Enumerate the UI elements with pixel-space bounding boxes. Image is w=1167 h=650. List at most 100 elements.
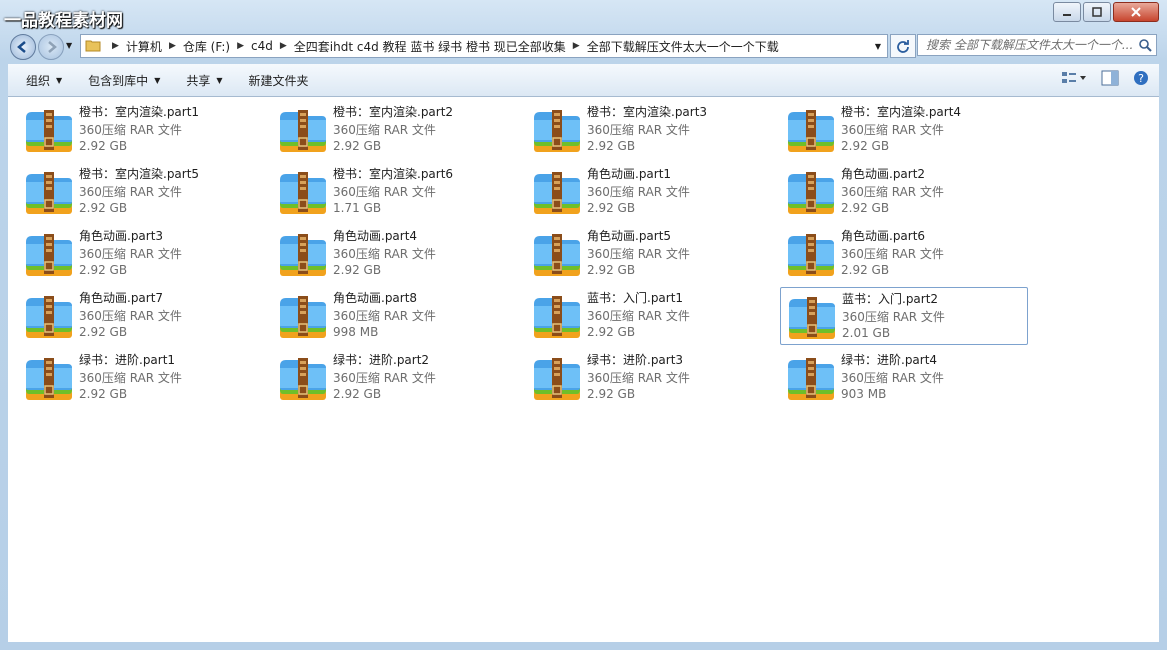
file-size: 2.92 GB [333, 387, 382, 401]
new-folder-label: 新建文件夹 [248, 73, 309, 88]
history-dropdown-icon[interactable]: ▼ [66, 41, 72, 50]
breadcrumb-drive[interactable]: 仓库 (F:) [183, 38, 230, 55]
rar-archive-icon [280, 234, 326, 276]
file-type: 360压缩 RAR 文件 [333, 309, 436, 323]
file-item[interactable]: 橙书：室内渲染.part2 360压缩 RAR 文件 2.92 GB [272, 101, 520, 159]
file-size: 2.92 GB [587, 263, 636, 277]
file-grid: 橙书：室内渲染.part1 360压缩 RAR 文件 2.92 GB 橙书：室内… [18, 101, 1034, 411]
file-type: 360压缩 RAR 文件 [587, 185, 690, 199]
forward-button[interactable] [38, 34, 64, 60]
file-type: 360压缩 RAR 文件 [841, 123, 944, 137]
minimize-button[interactable] [1053, 2, 1081, 22]
rar-archive-icon [534, 234, 580, 276]
file-item[interactable]: 角色动画.part1 360压缩 RAR 文件 2.92 GB [526, 163, 774, 221]
forward-arrow-icon [48, 41, 57, 53]
preview-pane-button[interactable] [1101, 70, 1119, 89]
maximize-icon [1092, 7, 1102, 17]
refresh-button[interactable] [890, 34, 916, 58]
file-type: 360压缩 RAR 文件 [79, 185, 182, 199]
toolbar-right-controls: ? [1047, 70, 1149, 89]
rar-archive-icon [280, 358, 326, 400]
file-size: 2.92 GB [587, 325, 636, 339]
rar-archive-icon [788, 234, 834, 276]
file-item[interactable]: 角色动画.part7 360压缩 RAR 文件 2.92 GB [18, 287, 266, 345]
file-name: 蓝书：入门.part2 [842, 292, 939, 306]
file-item[interactable]: 角色动画.part6 360压缩 RAR 文件 2.92 GB [780, 225, 1028, 283]
search-box[interactable] [917, 34, 1157, 56]
file-item[interactable]: 蓝书：入门.part1 360压缩 RAR 文件 2.92 GB [526, 287, 774, 345]
file-type: 360压缩 RAR 文件 [333, 371, 436, 385]
rar-archive-icon [280, 296, 326, 338]
file-size: 2.01 GB [842, 326, 891, 340]
file-item[interactable]: 橙书：室内渲染.part6 360压缩 RAR 文件 1.71 GB [272, 163, 520, 221]
organize-label: 组织 [26, 73, 51, 88]
breadcrumb-separator-icon[interactable]: ▶ [280, 41, 287, 51]
file-type: 360压缩 RAR 文件 [587, 123, 690, 137]
help-icon: ? [1134, 71, 1148, 85]
file-type: 360压缩 RAR 文件 [841, 185, 944, 199]
help-button[interactable]: ? [1133, 70, 1149, 89]
minimize-icon [1063, 14, 1071, 16]
file-name: 角色动画.part7 [79, 291, 164, 305]
file-item[interactable]: 角色动画.part8 360压缩 RAR 文件 998 MB [272, 287, 520, 345]
close-button[interactable] [1113, 2, 1159, 22]
file-item[interactable]: 橙书：室内渲染.part1 360压缩 RAR 文件 2.92 GB [18, 101, 266, 159]
organize-menu[interactable]: 组织 ▼ [26, 72, 62, 89]
file-item[interactable]: 角色动画.part3 360压缩 RAR 文件 2.92 GB [18, 225, 266, 283]
file-size: 903 MB [841, 387, 887, 401]
file-item[interactable]: 角色动画.part2 360压缩 RAR 文件 2.92 GB [780, 163, 1028, 221]
address-bar[interactable]: ▶ 计算机 ▶ 仓库 (F:) ▶ c4d ▶ 全四套ihdt c4d 教程 蓝… [80, 34, 888, 58]
include-in-library-menu[interactable]: 包含到库中 ▼ [88, 72, 160, 89]
file-type: 360压缩 RAR 文件 [79, 309, 182, 323]
file-type: 360压缩 RAR 文件 [841, 247, 944, 261]
file-item[interactable]: 角色动画.part5 360压缩 RAR 文件 2.92 GB [526, 225, 774, 283]
view-tiles-icon [1062, 72, 1086, 83]
file-name: 角色动画.part1 [587, 167, 672, 181]
breadcrumb-current-folder[interactable]: 全部下载解压文件太大一个一个下载 [587, 38, 779, 55]
file-name: 绿书：进阶.part1 [79, 353, 176, 367]
search-icon[interactable] [1138, 38, 1152, 52]
breadcrumb-separator-icon[interactable]: ▶ [573, 41, 580, 51]
rar-archive-icon [534, 110, 580, 152]
file-size: 2.92 GB [79, 139, 128, 153]
breadcrumb-computer[interactable]: 计算机 [126, 38, 162, 55]
address-dropdown-icon[interactable]: ▼ [875, 42, 881, 51]
back-button[interactable] [10, 34, 36, 60]
breadcrumb-course-folder[interactable]: 全四套ihdt c4d 教程 蓝书 绿书 橙书 现已全部收集 [294, 38, 566, 55]
watermark: 一品教程素材网 [4, 11, 123, 31]
file-item[interactable]: 橙书：室内渲染.part4 360压缩 RAR 文件 2.92 GB [780, 101, 1028, 159]
back-arrow-icon [17, 41, 26, 53]
file-type: 360压缩 RAR 文件 [79, 123, 182, 137]
rar-archive-icon [26, 358, 72, 400]
breadcrumb-separator-icon[interactable]: ▶ [112, 41, 119, 51]
file-type: 360压缩 RAR 文件 [842, 310, 945, 324]
file-type: 360压缩 RAR 文件 [841, 371, 944, 385]
rar-archive-icon [788, 358, 834, 400]
file-name: 角色动画.part2 [841, 167, 926, 181]
file-size: 2.92 GB [587, 387, 636, 401]
rar-archive-icon [789, 297, 835, 339]
file-item[interactable]: 橙书：室内渲染.part3 360压缩 RAR 文件 2.92 GB [526, 101, 774, 159]
preview-pane-icon [1101, 70, 1119, 86]
share-menu[interactable]: 共享 ▼ [186, 72, 222, 89]
rar-archive-icon [26, 234, 72, 276]
file-list-pane: 橙书：室内渲染.part1 360压缩 RAR 文件 2.92 GB 橙书：室内… [8, 97, 1159, 642]
explorer-window: 一品教程素材网 ▼ ▶ 计算机 ▶ 仓库 (F:) ▶ c4d ▶ 全四套ihd… [0, 0, 1167, 650]
breadcrumb-c4d[interactable]: c4d [251, 39, 273, 53]
view-options-button[interactable] [1061, 70, 1087, 89]
file-item[interactable]: 橙书：室内渲染.part5 360压缩 RAR 文件 2.92 GB [18, 163, 266, 221]
file-item[interactable]: 绿书：进阶.part2 360压缩 RAR 文件 2.92 GB [272, 349, 520, 407]
breadcrumb-separator-icon[interactable]: ▶ [237, 41, 244, 51]
file-item[interactable]: 蓝书：入门.part2 360压缩 RAR 文件 2.01 GB [780, 287, 1028, 345]
file-type: 360压缩 RAR 文件 [333, 247, 436, 261]
file-item[interactable]: 角色动画.part4 360压缩 RAR 文件 2.92 GB [272, 225, 520, 283]
new-folder-button[interactable]: 新建文件夹 [249, 72, 309, 89]
file-item[interactable]: 绿书：进阶.part3 360压缩 RAR 文件 2.92 GB [526, 349, 774, 407]
search-input[interactable] [924, 37, 1138, 53]
file-item[interactable]: 绿书：进阶.part4 360压缩 RAR 文件 903 MB [780, 349, 1028, 407]
file-size: 2.92 GB [79, 263, 128, 277]
svg-text:?: ? [1138, 72, 1144, 85]
maximize-button[interactable] [1083, 2, 1111, 22]
file-item[interactable]: 绿书：进阶.part1 360压缩 RAR 文件 2.92 GB [18, 349, 266, 407]
breadcrumb-separator-icon[interactable]: ▶ [169, 41, 176, 51]
